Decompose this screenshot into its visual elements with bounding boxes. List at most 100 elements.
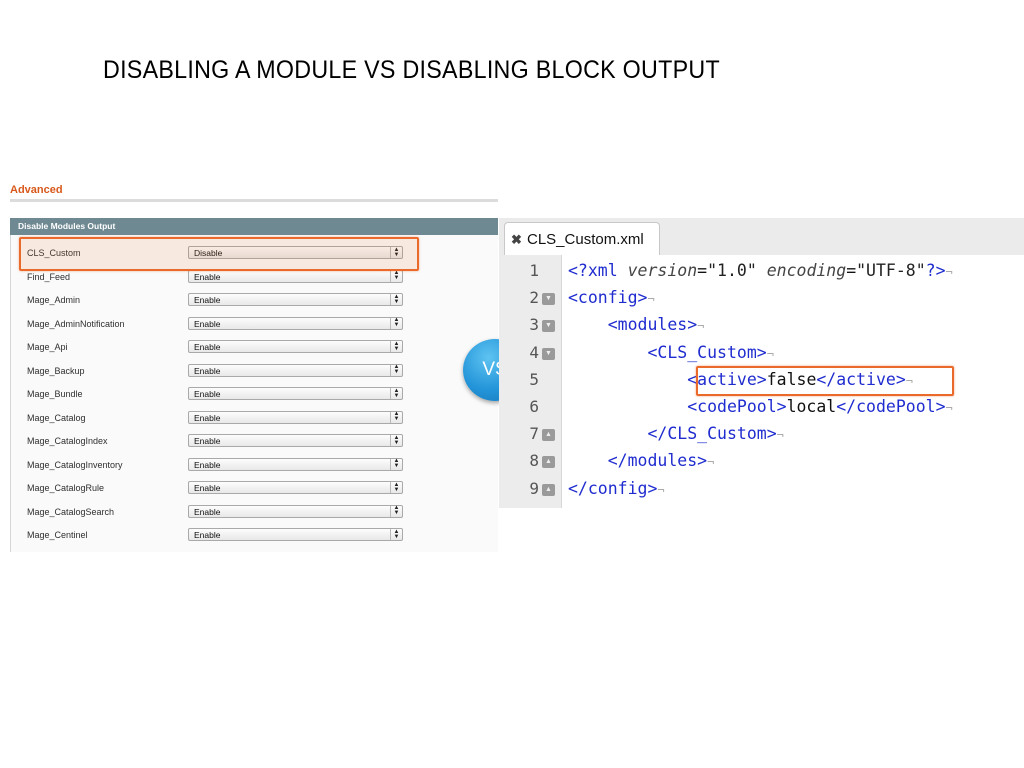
module-output-select[interactable]: Enable ▲ ▼ xyxy=(188,316,403,330)
select-arrows-icon: ▲ ▼ xyxy=(390,505,402,517)
select-arrows-icon: ▲ ▼ xyxy=(390,482,402,493)
select-value: Enable xyxy=(194,365,221,376)
tab-label: CLS_Custom.xml xyxy=(527,231,644,248)
xml-tag: <modules> xyxy=(607,315,698,335)
code-line: 8 ▲ </modules>¬ xyxy=(499,448,1024,475)
fold-end-icon[interactable]: ▲ xyxy=(542,483,555,496)
select-arrows-icon: ▲ ▼ xyxy=(390,529,402,540)
fold-collapse-icon[interactable]: ▼ xyxy=(542,320,555,333)
module-output-panel: Advanced Disable Modules Output CLS_Cust… xyxy=(10,180,498,552)
fold-collapse-icon[interactable]: ▼ xyxy=(542,347,555,360)
module-output-select[interactable]: Enable ▲ ▼ xyxy=(188,481,403,494)
xml-tag: </codePool> xyxy=(836,397,946,416)
select-value: Enable xyxy=(194,530,221,540)
xml-tag: <codePool> xyxy=(687,397,787,416)
module-name: Mage_Backup xyxy=(27,365,85,376)
module-name: Mage_CatalogRule xyxy=(27,483,105,493)
line-end-marker: ¬ xyxy=(766,346,774,361)
line-number: 3 xyxy=(529,315,539,335)
code-line: 3 ▼ <modules>¬ xyxy=(499,312,1024,339)
fold-end-icon[interactable]: ▲ xyxy=(542,429,555,442)
fold-end-icon[interactable]: ▲ xyxy=(542,456,555,469)
module-name: Mage_Catalog xyxy=(27,412,86,423)
fold-collapse-icon[interactable]: ▼ xyxy=(542,293,555,306)
code-text: </config>¬ xyxy=(568,479,665,498)
select-value: Enable xyxy=(194,389,221,399)
module-row: Mage_CatalogInventory Enable ▲ ▼ xyxy=(11,455,499,478)
select-arrows-icon: ▲ ▼ xyxy=(390,364,402,376)
select-value: Enable xyxy=(194,318,221,329)
module-output-select[interactable]: Enable ▲ ▼ xyxy=(188,457,403,471)
module-row: Mage_CatalogIndex Enable ▲ ▼ xyxy=(11,431,499,454)
module-output-select[interactable]: Enable ▲ ▼ xyxy=(188,340,403,353)
select-value: Enable xyxy=(194,342,221,352)
xml-tag: </config> xyxy=(568,478,658,498)
section-divider xyxy=(10,199,498,202)
module-output-select[interactable]: Enable ▲ ▼ xyxy=(188,504,403,518)
line-number: 4 xyxy=(529,342,539,362)
module-output-select[interactable]: Enable ▲ ▼ xyxy=(188,434,403,447)
line-end-marker: ¬ xyxy=(647,292,655,307)
close-icon[interactable]: ✖ xyxy=(511,232,522,248)
module-output-select[interactable]: Enable ▲ ▼ xyxy=(188,293,403,306)
select-value: Enable xyxy=(194,271,221,282)
slide-title: DISABLING A MODULE VS DISABLING BLOCK OU… xyxy=(103,56,720,84)
code-line: 9 ▲ </config>¬ xyxy=(499,476,1024,503)
module-name: Mage_Admin xyxy=(27,295,81,305)
xml-tag: ?> xyxy=(925,261,946,280)
select-arrows-icon: ▲ ▼ xyxy=(390,317,402,329)
section-heading[interactable]: Advanced xyxy=(10,184,63,196)
module-output-select[interactable]: Enable ▲ ▼ xyxy=(188,410,403,424)
module-row: Mage_CatalogSearch Enable ▲ ▼ xyxy=(11,502,499,525)
select-arrows-icon: ▲ ▼ xyxy=(390,411,402,423)
module-row: Mage_Bundle Enable ▲ ▼ xyxy=(11,384,499,407)
line-end-marker: ¬ xyxy=(707,455,715,470)
select-value: Enable xyxy=(194,295,221,305)
xml-tag: </modules> xyxy=(607,451,708,471)
select-arrows-icon: ▲ ▼ xyxy=(390,270,402,282)
line-number: 5 xyxy=(529,369,539,389)
xml-tag: </CLS_Custom> xyxy=(647,424,777,444)
select-arrows-icon: ▲ ▼ xyxy=(390,388,402,399)
line-number: 9 xyxy=(529,478,539,498)
line-number: 2 xyxy=(529,288,539,308)
code-text: <config>¬ xyxy=(568,288,655,307)
code-line: 6 <codePool>local</codePool>¬ xyxy=(499,394,1024,421)
line-end-marker: ¬ xyxy=(776,428,784,443)
xml-attribute: version xyxy=(627,261,698,280)
module-row: Mage_AdminNotification Enable ▲ ▼ xyxy=(11,314,499,337)
module-name: Mage_CatalogSearch xyxy=(27,506,115,517)
fieldset-header[interactable]: Disable Modules Output xyxy=(10,218,498,235)
xml-editor: ✖ CLS_Custom.xml 1 <?xml version="1.0" en… xyxy=(499,218,1024,508)
module-output-select[interactable]: Enable ▲ ▼ xyxy=(188,528,403,541)
code-text: </CLS_Custom>¬ xyxy=(568,424,784,444)
module-name: Mage_CatalogInventory xyxy=(27,459,123,470)
code-text: </modules>¬ xyxy=(568,451,715,471)
xml-attribute-value: "UTF-8" xyxy=(856,261,926,280)
code-line: 2 ▼ <config>¬ xyxy=(499,285,1024,312)
select-arrows-icon: ▲ ▼ xyxy=(390,294,402,305)
module-name: Mage_CatalogIndex xyxy=(27,436,108,446)
module-output-select[interactable]: Enable ▲ ▼ xyxy=(188,363,403,377)
select-value: Enable xyxy=(194,506,221,517)
xml-tag: <CLS_Custom> xyxy=(647,342,767,362)
module-output-select[interactable]: Enable ▲ ▼ xyxy=(188,387,403,400)
xml-tag: <?xml xyxy=(568,261,628,280)
module-name: Mage_Api xyxy=(27,342,68,352)
line-end-marker: ¬ xyxy=(945,265,953,279)
xml-attribute: encoding xyxy=(766,261,847,280)
code-line: 4 ▼ <CLS_Custom>¬ xyxy=(499,340,1024,367)
xml-tag: <config> xyxy=(568,288,648,308)
line-number: 7 xyxy=(529,424,539,444)
line-end-marker: ¬ xyxy=(657,482,665,497)
module-row: Mage_Admin Enable ▲ ▼ xyxy=(11,290,499,313)
module-name: Mage_Bundle xyxy=(27,389,83,399)
module-name: Mage_AdminNotification xyxy=(27,318,125,329)
xml-attribute-value: "1.0" xyxy=(707,261,757,280)
highlight-box xyxy=(696,366,954,396)
module-name: Find_Feed xyxy=(27,271,71,282)
file-tab[interactable]: ✖ CLS_Custom.xml xyxy=(504,222,660,255)
module-output-select[interactable]: Enable ▲ ▼ xyxy=(188,269,403,283)
module-row: Mage_Backup Enable ▲ ▼ xyxy=(11,361,499,384)
module-row: Mage_Api Enable ▲ ▼ xyxy=(11,337,499,360)
